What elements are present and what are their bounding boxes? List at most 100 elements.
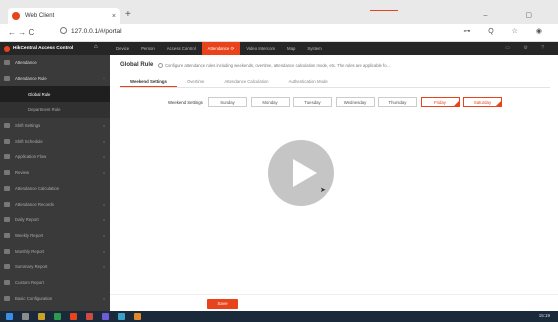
sidebar-item-label: Custom Report [15, 279, 44, 285]
tab-title: Web Client [25, 13, 55, 19]
attendance-icon [4, 60, 10, 66]
menu-person[interactable]: Person [135, 42, 161, 55]
day-thursday[interactable]: Thursday [378, 97, 417, 107]
report-icon [4, 248, 10, 254]
tab-authentication-mode[interactable]: Authentication Mode [279, 76, 338, 87]
chevron-down-icon: v [103, 217, 105, 223]
config-icon [4, 295, 10, 301]
address-bar-icons[interactable]: ⊶ Q ☆ ◉ [463, 27, 550, 35]
window-controls[interactable]: – ▢ [484, 11, 550, 19]
sidebar-item-basic-configuration[interactable]: Basic Configuration v [0, 290, 110, 306]
close-tab-icon[interactable]: × [112, 13, 116, 20]
chevron-down-icon: v [103, 138, 105, 144]
start-icon[interactable] [6, 313, 13, 320]
mouse-cursor-icon: ➤ [320, 187, 326, 194]
day-tuesday[interactable]: Tuesday [293, 97, 332, 107]
sidebar-item-summary-report[interactable]: Summary Report v [0, 259, 110, 275]
day-saturday[interactable]: Saturday [463, 97, 502, 107]
sidebar-item-label: Attendance Rule [15, 76, 47, 82]
sidebar-item-application-flow[interactable]: Application Flow v [0, 149, 110, 165]
app-header: HikCentral Access Control ⌂ Device Perso… [0, 42, 558, 55]
home-icon[interactable]: ⌂ [94, 44, 98, 50]
sidebar-item-label: Daily Report [15, 217, 39, 223]
chevron-down-icon: v [103, 170, 105, 176]
rule-icon [4, 76, 10, 82]
sidebar-item-review[interactable]: Review v [0, 165, 110, 181]
main-content: Global Rule Configure attendance rules i… [110, 55, 558, 311]
brand-name: HikCentral Access Control [13, 46, 74, 51]
url-text: 127.0.0.1/#/portal [71, 28, 122, 35]
day-wednesday[interactable]: Wednesday [335, 97, 375, 107]
sidebar-item-department-rule[interactable]: Department Rule [0, 102, 110, 118]
sidebar-item-custom-report[interactable]: Custom Report [0, 275, 110, 291]
app-icon[interactable] [54, 313, 61, 320]
clock[interactable]: 15:19 [539, 313, 550, 318]
sidebar-item-shift-settings[interactable]: Shift Settings v [0, 118, 110, 134]
tab-attendance-calculation[interactable]: Attendance Calculation [214, 76, 278, 87]
description-text: Configure attendance rules including wee… [165, 63, 391, 68]
url-field[interactable]: 127.0.0.1/#/portal [60, 27, 122, 35]
browser-tabstrip: Web Client × + – ▢ [0, 0, 558, 24]
sidebar-item-label: Shift Schedule [15, 138, 43, 144]
calculation-icon [4, 185, 10, 191]
footer-bar: Save [110, 294, 558, 311]
header-icons[interactable]: ▭ ⚙ ? [505, 45, 550, 51]
os-taskbar: 15:19 [0, 311, 558, 322]
sidebar-item-daily-report[interactable]: Daily Report v [0, 212, 110, 228]
day-monday[interactable]: Monday [250, 97, 290, 107]
folder-icon[interactable] [38, 313, 45, 320]
menu-video-intercom[interactable]: Video Intercom [240, 42, 281, 55]
sidebar-item-weekly-report[interactable]: Weekly Report v [0, 228, 110, 244]
sidebar-item-label: Weekly Report [15, 232, 44, 238]
sidebar-item-shift-schedule[interactable]: Shift Schedule v [0, 133, 110, 149]
tab-weekend-settings[interactable]: Weekend Settings [120, 76, 177, 87]
screen: Web Client × + – ▢ ← → C 127.0.0.1/#/por… [0, 0, 558, 322]
shift-icon [4, 123, 10, 129]
sidebar-item-monthly-report[interactable]: Monthly Report v [0, 243, 110, 259]
brand-logo-icon [4, 45, 10, 52]
sidebar-item-label: Department Rule [28, 107, 61, 113]
page-title: Global Rule [120, 62, 154, 68]
menu-map[interactable]: Map [281, 42, 301, 55]
sidebar: Attendance Attendance Rule ^ Global Rule … [0, 55, 110, 311]
menu-device[interactable]: Device [110, 42, 135, 55]
new-tab-button[interactable]: + [125, 9, 131, 21]
info-icon[interactable] [60, 27, 67, 34]
browser-icon[interactable] [70, 313, 77, 320]
report-icon [4, 232, 10, 238]
menu-access-control[interactable]: Access Control [161, 42, 202, 55]
sidebar-item-attendance-calculation[interactable]: Attendance Calculation [0, 181, 110, 197]
records-icon [4, 201, 10, 207]
nav-buttons[interactable]: ← → C [8, 28, 34, 37]
tab-overtime[interactable]: Overtime [177, 76, 214, 87]
review-icon [4, 170, 10, 176]
app-icon[interactable] [134, 313, 141, 320]
sidebar-item-label: Attendance [15, 60, 37, 66]
menu-system[interactable]: System [301, 42, 327, 55]
app-icon[interactable] [118, 313, 125, 320]
day-sunday[interactable]: Sunday [208, 97, 247, 107]
weekday-selector: Sunday Monday Tuesday Wednesday Thursday… [208, 97, 506, 107]
sidebar-item-attendance[interactable]: Attendance [0, 55, 110, 71]
sidebar-item-label: Attendance Records [15, 201, 54, 207]
browser-tab[interactable]: Web Client × [8, 8, 120, 24]
video-play-button-icon[interactable] [268, 140, 334, 206]
address-bar-row: ← → C 127.0.0.1/#/portal ⊶ Q ☆ ◉ [0, 24, 558, 42]
app-favicon-icon [12, 12, 20, 20]
sidebar-item-global-rule[interactable]: Global Rule [0, 86, 110, 103]
search-icon[interactable] [22, 313, 29, 320]
app-icon[interactable] [102, 313, 109, 320]
schedule-icon [4, 138, 10, 144]
day-friday[interactable]: Friday [420, 97, 460, 107]
info-icon [158, 63, 163, 68]
sidebar-item-attendance-records[interactable]: Attendance Records v [0, 196, 110, 212]
app-icon[interactable] [86, 313, 93, 320]
sidebar-item-label: Application Flow [15, 154, 47, 160]
menu-attendance[interactable]: Attendance ⟳ [201, 42, 241, 55]
rule-tabs: Weekend Settings Overtime Attendance Cal… [120, 76, 550, 88]
chevron-down-icon: v [103, 232, 105, 238]
sidebar-item-label: Review [15, 170, 30, 176]
sidebar-item-attendance-rule[interactable]: Attendance Rule ^ [0, 71, 110, 87]
save-button[interactable]: Save [207, 299, 238, 309]
report-icon [4, 279, 10, 285]
